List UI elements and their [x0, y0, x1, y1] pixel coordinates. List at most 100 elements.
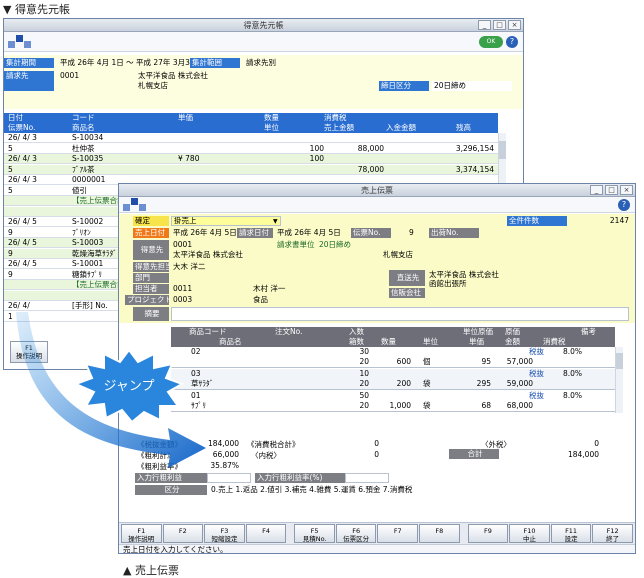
customer-unit-label: 請求書単位: [277, 240, 315, 249]
grid-unit: 単位: [423, 337, 438, 346]
detail-cell-qty[interactable]: 200: [371, 379, 411, 389]
fkey-key: F3: [220, 527, 229, 535]
ledger-cell-code: ﾌﾞﾘｵﾝ: [72, 227, 91, 237]
slip-help-icon[interactable]: ?: [618, 199, 630, 211]
slip-no-input[interactable]: 9: [407, 228, 427, 238]
fkey-label: 短縮設定: [211, 535, 238, 543]
fkey-key: F1: [137, 527, 146, 535]
detail-cell-unit[interactable]: 個: [421, 357, 441, 367]
grid-product-code: 商品コード: [189, 327, 227, 336]
detail-cell-code[interactable]: 03: [189, 369, 229, 379]
detail-cell-case[interactable]: 10: [329, 369, 369, 379]
detail-cell-case[interactable]: 50: [329, 391, 369, 401]
contact-value[interactable]: 大木 洋二: [171, 262, 241, 272]
fkey-f6-button[interactable]: F6 伝票区分: [335, 524, 377, 543]
slip-close-icon[interactable]: ×: [620, 185, 633, 195]
customer-code[interactable]: 0001: [171, 240, 241, 250]
detail-cell-tax_rate[interactable]: 8.0%: [561, 369, 591, 379]
detail-cell-tax_kind[interactable]: 税抜: [527, 391, 551, 401]
ledger-cell-date: 26/ 4/ 5: [8, 259, 37, 268]
detail-cell-qty[interactable]: 1,000: [371, 401, 411, 411]
ledger-cell-qty: 100: [309, 154, 324, 163]
detail-cell-box[interactable]: 20: [329, 357, 369, 367]
ledger-cell-code: ﾌﾞｱﾙ茶: [72, 164, 95, 174]
fkey-f7-button[interactable]: F7: [377, 524, 419, 543]
sum-value: 184,000: [567, 450, 599, 459]
fkey-f11-button[interactable]: F11 設定: [550, 524, 592, 543]
sum-label: 合計: [449, 449, 499, 459]
detail-cell-tax_rate[interactable]: 8.0%: [561, 391, 591, 401]
detail-cell-case[interactable]: 30: [329, 347, 369, 357]
summary-input[interactable]: [171, 307, 629, 321]
help-icon[interactable]: ?: [506, 36, 518, 48]
fkey-label: 設定: [564, 535, 578, 543]
bill-date-input[interactable]: 平成 26年 4月 5日: [275, 228, 350, 238]
detail-cell-code[interactable]: 02: [189, 347, 229, 357]
fkey-f1-button[interactable]: F1 操作説明: [121, 524, 162, 543]
project-name: 食品: [253, 295, 268, 304]
detail-cell-cost_unit[interactable]: 68: [451, 401, 491, 411]
detail-cell-tax_rate[interactable]: 8.0%: [561, 347, 591, 357]
fkey-f5-button[interactable]: F5 見積No.: [294, 524, 335, 543]
gross-value: 66,000: [212, 450, 239, 459]
detail-cell-amount[interactable]: 68,000: [489, 401, 533, 411]
detail-cell-qty[interactable]: 600: [371, 357, 411, 367]
ledger-titlebar: 得意先元帳 _ □ ×: [4, 19, 523, 32]
detail-cell-tax_kind[interactable]: 税抜: [527, 347, 551, 357]
customer-unit-value: 20日締め: [319, 240, 352, 249]
ledger-title: 得意先元帳: [243, 21, 284, 30]
slip-minimize-icon[interactable]: _: [590, 185, 603, 195]
detail-cell-box[interactable]: 20: [329, 401, 369, 411]
closing-value[interactable]: 20日締め: [432, 81, 512, 91]
fkey-f10-button[interactable]: F10 中止: [509, 524, 550, 543]
confirm-select[interactable]: 掛売上: [171, 216, 281, 226]
detail-cell-amount[interactable]: 59,000: [489, 379, 533, 389]
fkey-f8-button[interactable]: F8: [419, 524, 460, 543]
detail-cell-name[interactable]: 草ｻﾗﾀﾞ: [189, 379, 289, 389]
detail-cell-amount[interactable]: 57,000: [489, 357, 533, 367]
detail-cell-name[interactable]: ｻﾌﾟﾘ: [189, 401, 289, 411]
detail-cell-tax_kind[interactable]: 税抜: [527, 369, 551, 379]
staff-code[interactable]: 0011: [171, 284, 221, 294]
ledger-cell-code: [手形] No.: [72, 301, 108, 310]
col-unit: 単位: [264, 123, 279, 132]
detail-cell-cost_unit[interactable]: 295: [451, 379, 491, 389]
fkey-f9-button[interactable]: F9: [467, 524, 509, 543]
count-value: 2147: [609, 216, 629, 225]
kubun-options: 0.売上 1.返品 2.値引 3.補売 4.雑費 5.運賃 6.預金 7.消費税: [209, 485, 509, 495]
ledger-table-row[interactable]: 26/ 4/ 3 S-10034: [4, 133, 498, 143]
slip-no-label: 伝票No.: [351, 228, 391, 238]
fkey-label: 伝票区分: [343, 535, 370, 543]
sales-date-input[interactable]: 平成 26年 4月 5日: [171, 228, 241, 238]
fkey-f3-button[interactable]: F3 短縮設定: [204, 524, 245, 543]
close-icon[interactable]: ×: [508, 20, 521, 30]
range-value[interactable]: 請求先別: [244, 58, 324, 68]
fkey-f4-button[interactable]: F4: [245, 524, 287, 543]
ledger-cell-code: S-10034: [72, 133, 104, 142]
detail-cell-unit[interactable]: 袋: [421, 401, 441, 411]
ledger-table-row[interactable]: 5 ﾌﾞｱﾙ茶 78,000 3,374,154: [4, 164, 498, 175]
summary-label: 摘要: [133, 307, 169, 321]
grid-qty: 数量: [381, 337, 396, 346]
fkey-f2-button[interactable]: F2: [162, 524, 204, 543]
fkey-key: F11: [565, 527, 578, 535]
ledger-table-row[interactable]: 5 杜仲茶 100 88,000 3,296,154: [4, 143, 498, 154]
detail-scrollbar[interactable]: [615, 347, 623, 413]
detail-cell-code[interactable]: 01: [189, 391, 229, 401]
fkey-f12-button[interactable]: F12 終了: [592, 524, 633, 543]
detail-cell-unit[interactable]: 袋: [421, 379, 441, 389]
ledger-table-row[interactable]: 26/ 4/ 3 S-10035 ¥ 780 100: [4, 154, 498, 164]
ledger-f1-button[interactable]: F1 操作説明: [10, 341, 48, 363]
fkey-label: 操作説明: [128, 535, 155, 543]
chevron-down-icon[interactable]: ▼: [273, 218, 278, 225]
detail-cell-box[interactable]: 20: [329, 379, 369, 389]
ok-button[interactable]: OK: [479, 36, 503, 48]
slip-maximize-icon[interactable]: □: [605, 185, 618, 195]
maximize-icon[interactable]: □: [493, 20, 506, 30]
minimize-icon[interactable]: _: [478, 20, 491, 30]
col-slip: 伝票No.: [8, 123, 36, 132]
billing-code[interactable]: 0001: [58, 71, 128, 81]
fkey-label: 終了: [606, 535, 620, 543]
detail-cell-cost_unit[interactable]: 95: [451, 357, 491, 367]
project-code[interactable]: 0003: [171, 295, 221, 305]
